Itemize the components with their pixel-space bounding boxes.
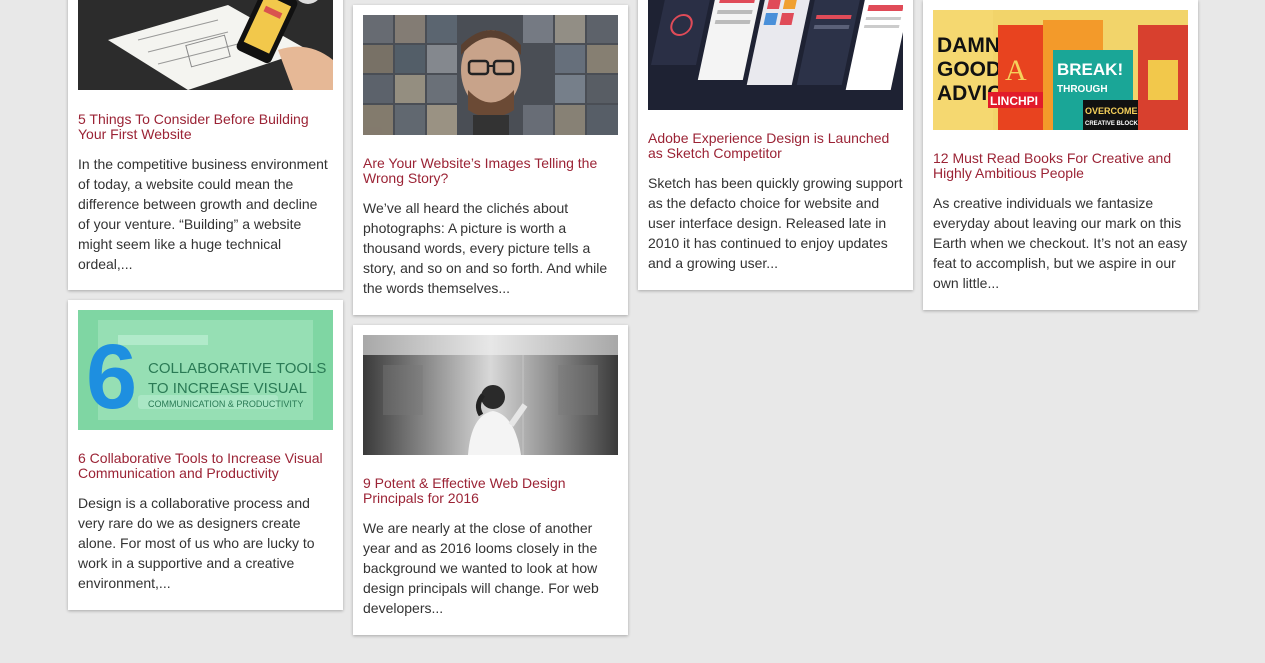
book-cover-text: CREATIVE BLOCK [1085, 121, 1139, 127]
post-excerpt: In the competitive business environment … [78, 156, 328, 272]
banner-text: TO INCREASE VISUAL [148, 380, 307, 397]
book-cover-text: THROUGH [1057, 84, 1108, 95]
post-title-link[interactable]: 5 Things To Consider Before Building You… [78, 112, 333, 142]
book-cover-text: BREAK! [1057, 60, 1123, 79]
post-excerpt: We are nearly at the close of another ye… [363, 520, 599, 616]
post-card: DAMN GOOD ADVIC A LINCHPI BREAK! THROUGH… [923, 0, 1198, 310]
book-cover-text: DAMN [937, 34, 1000, 57]
post-thumbnail-subway-woman[interactable] [363, 335, 618, 455]
post-thumbnail-book-covers[interactable]: DAMN GOOD ADVIC A LINCHPI BREAK! THROUGH… [933, 10, 1188, 130]
banner-number: 6 [86, 326, 137, 428]
post-card: Are Your Website’s Images Telling the Wr… [353, 5, 628, 315]
post-title-link[interactable]: Are Your Website’s Images Telling the Wr… [363, 156, 618, 186]
post-thumbnail-phone-wireframe[interactable] [78, 0, 333, 90]
post-excerpt: Sketch has been quickly growing support … [648, 175, 903, 271]
post-title-link[interactable]: 6 Collaborative Tools to Increase Visual… [78, 451, 333, 481]
post-thumbnail-photo-grid-man[interactable] [363, 15, 618, 135]
post-card: Adobe Experience Design is Launched as S… [638, 0, 913, 290]
post-title-link[interactable]: Adobe Experience Design is Launched as S… [648, 131, 903, 161]
post-excerpt: As creative individuals we fantasize eve… [933, 195, 1188, 291]
banner-text: COMMUNICATION & PRODUCTIVITY [148, 399, 303, 409]
post-card: 9 Potent & Effective Web Design Principa… [353, 325, 628, 635]
book-cover-text: OVERCOME [1085, 106, 1138, 116]
book-cover-text: GOOD [937, 58, 1001, 81]
post-excerpt: Design is a collaborative process and ve… [78, 495, 315, 591]
post-title-link[interactable]: 9 Potent & Effective Web Design Principa… [363, 476, 618, 506]
post-card: 5 Things To Consider Before Building You… [68, 0, 343, 290]
post-thumbnail-collaborative-tools[interactable]: 6 COLLABORATIVE TOOLS TO INCREASE VISUAL… [78, 310, 333, 430]
svg-text:A: A [1005, 54, 1027, 87]
book-cover-text: LINCHPI [990, 94, 1038, 108]
banner-text: COLLABORATIVE TOOLS [148, 360, 326, 377]
post-title-link[interactable]: 12 Must Read Books For Creative and High… [933, 151, 1188, 181]
post-excerpt: We’ve all heard the clichés about photog… [363, 200, 608, 296]
post-thumbnail-app-mockups[interactable] [648, 0, 903, 110]
post-card: 6 COLLABORATIVE TOOLS TO INCREASE VISUAL… [68, 300, 343, 610]
